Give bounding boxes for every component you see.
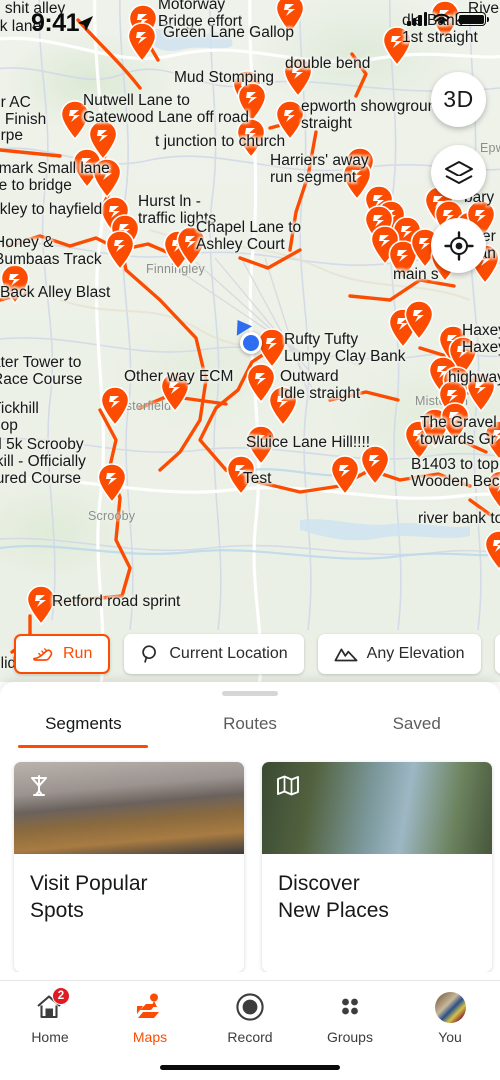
map-segment-pin[interactable] xyxy=(484,530,500,570)
filter-chip-location-pin[interactable] xyxy=(494,634,500,674)
home-indicator xyxy=(160,1065,340,1070)
map-segment-pin[interactable] xyxy=(404,300,434,340)
map-3d-label: 3D xyxy=(443,86,474,112)
nav-item-home[interactable]: 2 Home xyxy=(0,981,100,1045)
filter-chip-label: Run xyxy=(63,645,93,662)
nav-item-you[interactable]: You xyxy=(400,981,500,1045)
tab-saved[interactable]: Saved xyxy=(333,714,500,748)
card-image-mountain-landscape xyxy=(14,762,244,854)
map-segment-label: ater Tower to Race Course xyxy=(0,354,83,388)
map-segment-pin[interactable] xyxy=(100,386,130,426)
map-segment-label: Test xyxy=(243,470,272,487)
map-segment-label: Harriers' away run segment xyxy=(270,152,369,186)
map-segment-pin[interactable] xyxy=(360,445,390,485)
notification-badge: 2 xyxy=(52,987,70,1005)
map-segment-label: Haxey Haxey xyxy=(462,322,500,356)
map-segment-pin[interactable] xyxy=(127,22,157,62)
map-segment-label: river bank to xyxy=(418,510,500,527)
nav-item-label: You xyxy=(438,1029,462,1045)
map-segment-label: ckley to hayfield xyxy=(0,201,103,218)
map-segment-label: Chapel Lane to Ashley Court xyxy=(196,219,302,253)
avatar-icon xyxy=(433,990,467,1024)
nav-item-label: Maps xyxy=(132,1029,168,1045)
avatar xyxy=(434,991,466,1023)
map-segment-label: double bend xyxy=(285,55,371,72)
filter-chip-bar[interactable]: Run Current Location Any Elevation xyxy=(0,626,500,682)
tab-routes[interactable]: Routes xyxy=(167,714,334,748)
map-segment-label: t junction to church xyxy=(155,133,286,150)
nav-item-maps[interactable]: Maps xyxy=(100,981,200,1045)
filter-chip-label: Any Elevation xyxy=(366,645,465,662)
map-segment-label: orpe xyxy=(0,127,24,144)
map-segment-pin[interactable] xyxy=(257,328,287,368)
nav-item-record[interactable]: Record xyxy=(200,981,300,1045)
map-segment-label: ck lane xyxy=(0,18,42,35)
maps-icon xyxy=(133,990,167,1024)
card-title: Visit Popular Spots xyxy=(30,872,148,922)
mountain-icon xyxy=(334,645,358,663)
discover-card[interactable]: Visit Popular Spots xyxy=(14,762,244,972)
layers-icon xyxy=(444,160,473,184)
map-canvas[interactable]: FinningleyAusterfieldScroobyMistertonEpw… xyxy=(0,0,500,682)
map-segment-label: Sluice Lane Hill!!!! xyxy=(246,434,371,451)
map-segment-label: highway xyxy=(448,369,500,386)
tab-segments[interactable]: Segments xyxy=(0,714,167,748)
map-segment-label: Tickhill oop xyxy=(0,400,39,434)
map-segment-pin[interactable] xyxy=(330,455,360,495)
map-segment-label: Nutwell Lane to Gatewood Lane off road xyxy=(83,92,250,126)
app-root: FinningleyAusterfieldScroobyMistertonEpw… xyxy=(0,0,500,1080)
search-icon xyxy=(140,644,160,664)
map-segment-pin[interactable] xyxy=(97,463,127,503)
map-segment-label: er AC d Finish xyxy=(0,94,47,128)
groups-icon xyxy=(333,990,367,1024)
map-segment-label: rd 5k Scrooby skill - Officially sured C… xyxy=(0,436,86,487)
nav-item-label: Home xyxy=(31,1029,69,1045)
filter-chip-any-elevation[interactable]: Any Elevation xyxy=(317,634,481,674)
sheet-drag-handle[interactable] xyxy=(222,691,278,696)
map-segment-pin[interactable] xyxy=(105,230,135,270)
filter-chip-run[interactable]: Run xyxy=(14,634,111,674)
map-segment-label: Other way ECM xyxy=(124,368,234,385)
shoe-icon xyxy=(32,644,54,664)
map-locate-button[interactable] xyxy=(431,218,486,273)
map-segment-label: Green Lane Gallop xyxy=(163,24,294,41)
discover-cards[interactable]: Visit Popular Spots Discover New Places xyxy=(0,748,500,972)
filter-chip-label: Current Location xyxy=(169,645,288,662)
filter-chip-current-location[interactable]: Current Location xyxy=(124,634,304,674)
user-location-dot xyxy=(240,332,262,354)
map-segment-label: B1403 to top Wooden Beck xyxy=(411,456,500,490)
map-place-label: Epw xyxy=(480,141,500,155)
sheet-tabs[interactable]: Segments Routes Saved xyxy=(0,714,500,748)
map-segment-label: Mud Stomping xyxy=(174,69,274,86)
map-segment-label: main s xyxy=(393,266,439,283)
card-title: Discover New Places xyxy=(278,872,389,922)
card-image-forest-trail xyxy=(262,762,492,854)
map-segment-label: g shit alley xyxy=(0,0,66,17)
map-segment-label: Back Alley Blast xyxy=(0,284,111,301)
map-layers-button[interactable] xyxy=(431,145,486,200)
nav-item-label: Record xyxy=(227,1029,273,1045)
map-segment-label: Outward Idle straight xyxy=(280,368,361,402)
home-icon: 2 xyxy=(33,987,70,1024)
discover-card[interactable]: Discover New Places xyxy=(262,762,492,972)
map-segment-label: dle Bank 1st straight xyxy=(402,12,478,46)
map-segment-label: The Gravel towards Gr xyxy=(420,414,497,448)
nav-item-label: Groups xyxy=(327,1029,373,1045)
map-segment-label: epworth showground straight xyxy=(301,98,445,132)
map-icon xyxy=(276,774,300,801)
locate-icon xyxy=(443,230,474,261)
trophy-icon xyxy=(28,774,50,805)
map-segment-label: Retford road sprint xyxy=(52,593,181,610)
nav-item-groups[interactable]: Groups xyxy=(300,981,400,1045)
map-segment-label: Rufty Tufty Lumpy Clay Bank xyxy=(284,331,406,365)
map-3d-button[interactable]: 3D xyxy=(431,72,486,127)
map-segment-label: Honey & Bumbaas Track xyxy=(0,234,102,268)
map-place-label: Scrooby xyxy=(88,509,136,523)
map-segment-label: dmark Small lane ge to bridge xyxy=(0,160,110,194)
record-icon xyxy=(233,990,267,1024)
